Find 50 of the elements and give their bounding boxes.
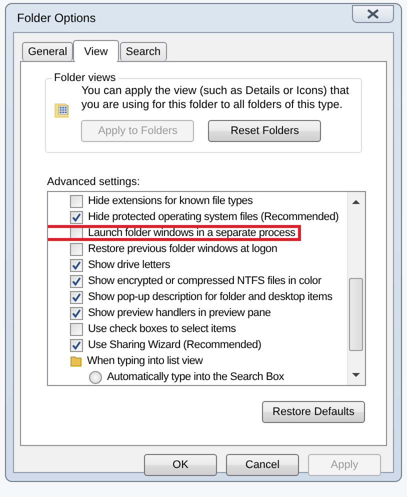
checkbox[interactable] — [70, 274, 83, 288]
restore-defaults-button[interactable]: Restore Defaults — [262, 401, 365, 423]
checkbox[interactable] — [70, 194, 83, 208]
setting-label: Launch folder windows in a separate process — [88, 227, 296, 239]
radio-button[interactable] — [89, 370, 102, 384]
description-text: You can apply the view (such as Details or Icons) that you are using for this folder to all folders of this type. — [81, 84, 350, 112]
setting-label: Hide protected operating system files (Recommended) — [88, 211, 339, 223]
setting-label: Show pop-up description for folder and desktop items — [88, 291, 332, 303]
checkbox[interactable] — [70, 338, 83, 352]
checkbox[interactable] — [70, 242, 83, 256]
tab[interactable]: Search — [120, 42, 167, 61]
window-title: Folder Options — [16, 11, 97, 25]
setting-label: Use check boxes to select items — [88, 323, 236, 335]
cancel-button[interactable]: Cancel — [226, 454, 299, 476]
checkbox[interactable] — [70, 258, 83, 272]
tab[interactable]: General — [22, 42, 74, 61]
setting-row[interactable]: Use Sharing Wizard (Recommended) — [70, 337, 262, 353]
setting-label: Show drive letters — [88, 259, 170, 271]
setting-row[interactable]: Use check boxes to select items — [70, 321, 236, 337]
setting-label: Hide extensions for known file types — [88, 195, 253, 207]
scroll-up-icon — [352, 200, 360, 204]
scroll-down-icon — [352, 373, 360, 377]
tab[interactable]: View — [73, 40, 119, 62]
close-button[interactable] — [352, 5, 394, 23]
checkbox[interactable] — [70, 290, 83, 304]
setting-row[interactable]: Show drive letters — [70, 257, 170, 273]
scroll-thumb[interactable] — [349, 278, 363, 351]
setting-row[interactable]: Show pop-up description for folder and desktop items — [70, 289, 332, 305]
setting-label: When typing into list view — [87, 355, 203, 367]
setting-row[interactable]: Show preview handlers in preview pane — [70, 305, 271, 321]
setting-row[interactable]: Hide protected operating system files (Recommended) — [70, 209, 339, 225]
setting-label: Automatically type into the Search Box — [107, 371, 284, 383]
checkbox[interactable] — [70, 306, 83, 320]
setting-label: Show encrypted or compressed NTFS files in color — [88, 275, 322, 287]
ok-button[interactable]: OK — [144, 454, 217, 476]
scroll-bar[interactable] — [347, 192, 365, 385]
section-label: Advanced settings: — [47, 176, 141, 188]
setting-row[interactable]: Show encrypted or compressed NTFS files in color — [70, 273, 322, 289]
checkbox[interactable] — [70, 210, 83, 224]
setting-row[interactable]: Restore previous folder windows at logon — [70, 241, 278, 257]
folder-icon — [70, 355, 82, 367]
setting-label: Restore previous folder windows at logon — [88, 243, 278, 255]
setting-label: Use Sharing Wizard (Recommended) — [88, 339, 262, 351]
setting-row[interactable]: Hide extensions for known file types — [70, 193, 253, 209]
setting-label: Show preview handlers in preview pane — [88, 307, 271, 319]
close-icon — [367, 9, 379, 19]
group-title: Folder views — [53, 72, 117, 84]
setting-row[interactable]: Automatically type into the Search Box — [70, 369, 284, 385]
reset-folders-button[interactable]: Reset Folders — [208, 120, 322, 142]
checkbox[interactable] — [70, 322, 83, 336]
